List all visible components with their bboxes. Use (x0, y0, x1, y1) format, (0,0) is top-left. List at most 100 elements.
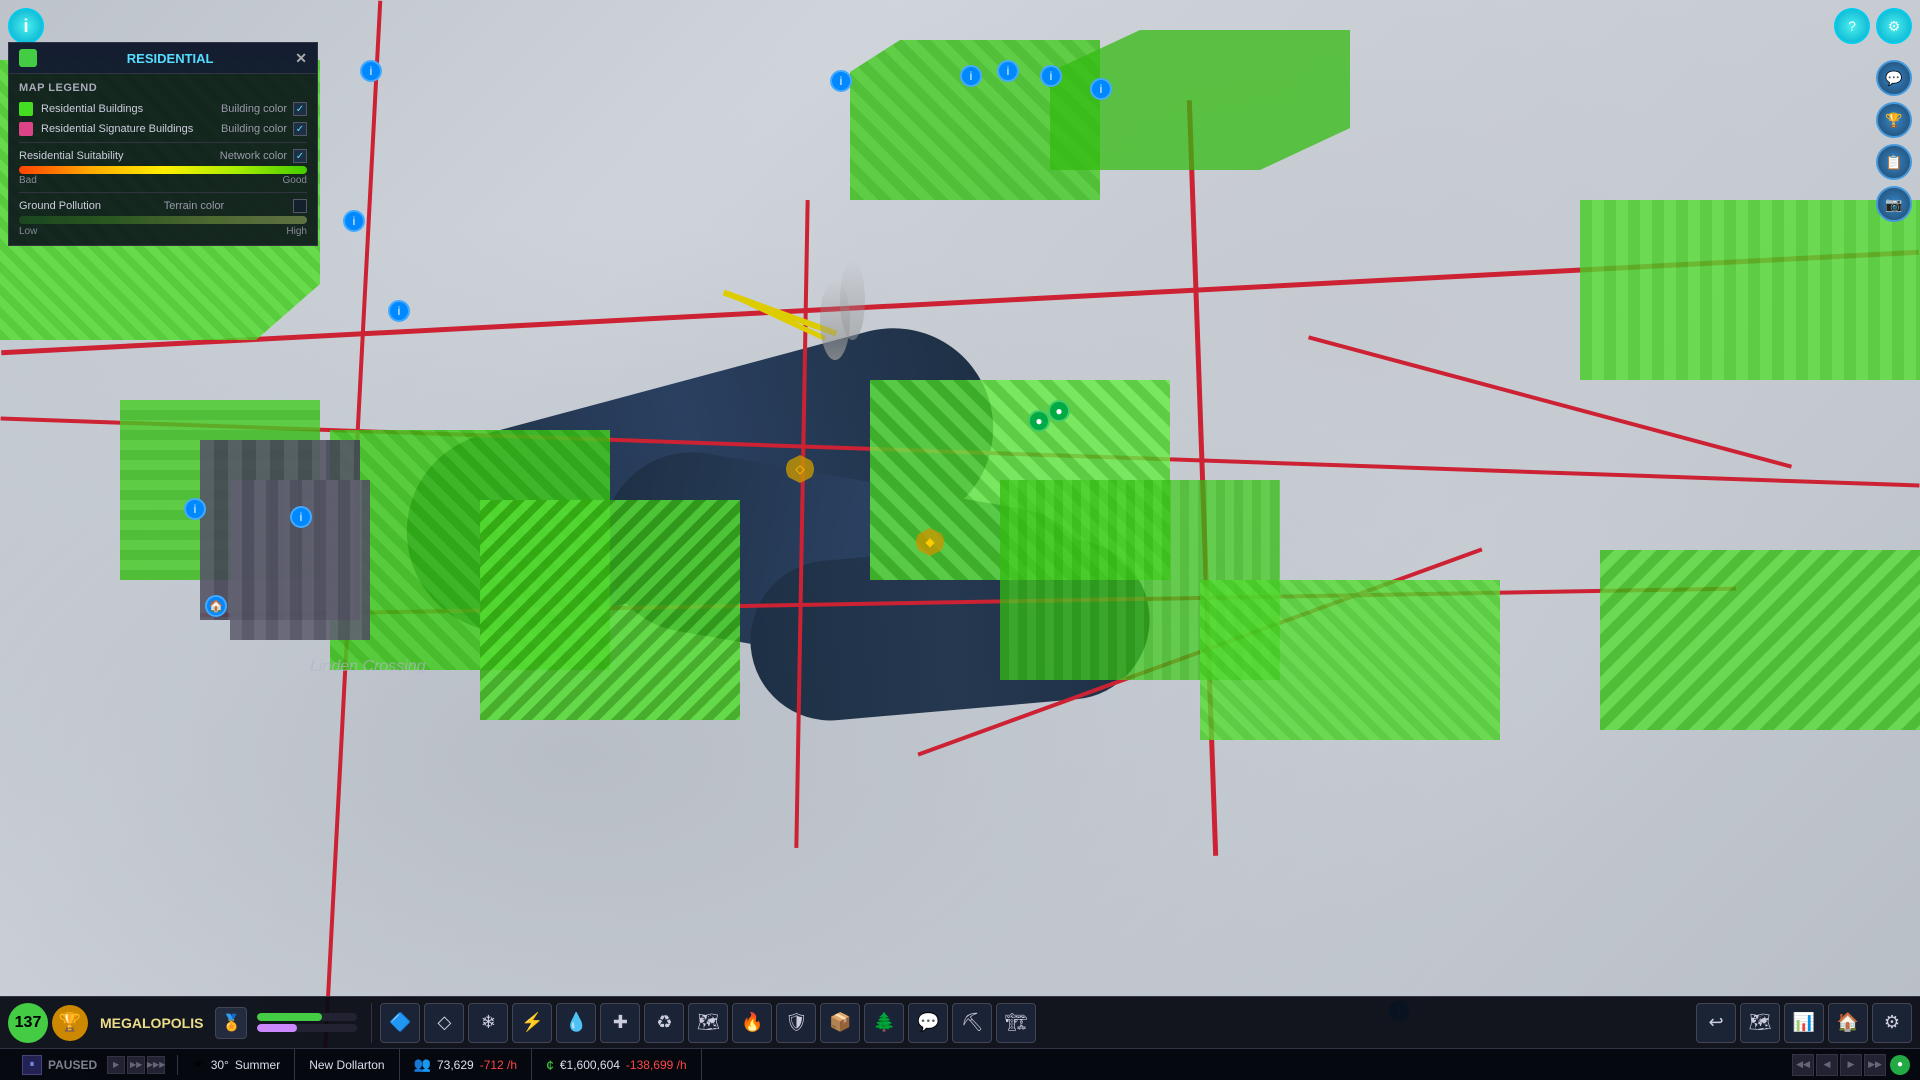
status-end: ◀◀ ◀ ▶ ▶▶ ● (1792, 1054, 1910, 1076)
speed-2-button[interactable]: ▶▶ (127, 1056, 145, 1074)
legend-icon (19, 49, 37, 67)
info-button[interactable]: i (8, 8, 44, 44)
map-icon-11[interactable]: 🏠 (205, 595, 227, 617)
low-label: Low (19, 226, 37, 237)
suitability-gradient (19, 166, 307, 174)
milestone-icon[interactable]: 🏅 (215, 1007, 247, 1039)
electricity-button[interactable]: ⚡ (512, 1003, 552, 1043)
pollution-label-row: Ground Pollution Terrain color (19, 199, 307, 213)
map-legend-label: MAP LEGEND (19, 82, 307, 94)
residential-color-type: Building color (221, 103, 287, 115)
legend-title: RESIDENTIAL (45, 51, 295, 66)
help-button[interactable]: ? (1834, 8, 1870, 44)
balance-value: €1,600,604 (560, 1058, 620, 1072)
achievements-button[interactable]: 🏆 (1876, 102, 1912, 138)
map-icon-5[interactable]: i (1040, 65, 1062, 87)
undo-button[interactable]: ↩ (1696, 1003, 1736, 1043)
building-cluster-se (1200, 580, 1500, 740)
city-level-badge[interactable]: 137 (8, 1003, 48, 1043)
green-marker-1[interactable]: ● (1028, 410, 1050, 432)
options-button[interactable]: ⚙ (1872, 1003, 1912, 1043)
population-icon: 👥 (414, 1056, 431, 1073)
signature-label: Residential Signature Buildings (41, 123, 221, 135)
suitability-checkbox[interactable]: ✓ (293, 149, 307, 163)
parks-button[interactable]: 🌲 (864, 1003, 904, 1043)
map-icon-7[interactable]: i (997, 60, 1019, 82)
mining-button[interactable]: ⛏ (952, 1003, 992, 1043)
social-button[interactable]: 💬 (908, 1003, 948, 1043)
smoke-effect-2 (840, 260, 865, 340)
bulldoze-button[interactable]: 🏗 (996, 1003, 1036, 1043)
fire-button[interactable]: 🔥 (732, 1003, 772, 1043)
map-icon-1[interactable]: i (343, 210, 365, 232)
healthcare-button[interactable]: ✚ (600, 1003, 640, 1043)
map-icon-6[interactable]: i (1090, 78, 1112, 100)
residential-label: Residential Buildings (41, 103, 221, 115)
cargo-button[interactable]: 📦 (820, 1003, 860, 1043)
map-icon-8[interactable]: i (388, 300, 410, 322)
building-cluster-center (480, 500, 740, 720)
suitability-header: Residential Suitability Network color ✓ (19, 149, 307, 163)
police-button[interactable]: 🛡 (776, 1003, 816, 1043)
map-icon-10[interactable]: i (290, 506, 312, 528)
legend-divider-2 (19, 192, 307, 193)
pollution-checkbox[interactable] (293, 199, 307, 213)
pollution-scale: Low High (19, 226, 307, 237)
status-speed-3[interactable]: ▶ (1840, 1054, 1862, 1076)
stats-button[interactable]: 📊 (1784, 1003, 1824, 1043)
status-bar: ⏸ PAUSED ▶ ▶▶ ▶▶▶ ☀ 30° Summer New Dolla… (0, 1048, 1920, 1080)
legend-panel: RESIDENTIAL ✕ MAP LEGEND Residential Bui… (8, 42, 318, 246)
settings-button[interactable]: ⚙ (1876, 8, 1912, 44)
weather-section: ☀ 30° Summer (178, 1049, 295, 1080)
status-speed-2[interactable]: ◀ (1816, 1054, 1838, 1076)
map-icon-3[interactable]: i (830, 70, 852, 92)
pause-button[interactable]: ⏸ (22, 1055, 42, 1075)
legend-close-button[interactable]: ✕ (295, 50, 307, 67)
minimap-button[interactable]: 🗺 (1740, 1003, 1780, 1043)
map-icon-2[interactable]: i (360, 60, 382, 82)
money-section: ¢ €1,600,604 -138,699 /h (532, 1049, 702, 1080)
speed-3-button[interactable]: ▶▶▶ (147, 1056, 165, 1074)
notifications-button[interactable]: 📋 (1876, 144, 1912, 180)
bottom-toolbar: 137 🏆 MEGALOPOLIS 🏅 🔷 ◇ ❄ ⚡ 💧 ✚ ♻ 🗺 🔥 🛡 (0, 996, 1920, 1080)
xp-bar (257, 1013, 357, 1021)
status-speed-1[interactable]: ◀◀ (1792, 1054, 1814, 1076)
photo-button[interactable]: 📷 (1876, 186, 1912, 222)
top-right-buttons: ? ⚙ (1834, 8, 1912, 44)
signature-color-box (19, 122, 33, 136)
map-button[interactable]: 🗺 (688, 1003, 728, 1043)
legend-row-signature: Residential Signature Buildings Building… (19, 122, 307, 136)
pollution-row: Ground Pollution Terrain color Low High (19, 199, 307, 237)
building-cluster-far-e (1600, 550, 1920, 730)
green-marker-2[interactable]: ● (1048, 400, 1070, 422)
city-name-label: MEGALOPOLIS (100, 1015, 203, 1031)
services-button[interactable]: ❄ (468, 1003, 508, 1043)
map-icon-4[interactable]: i (960, 65, 982, 87)
chirper-button[interactable]: 💬 (1876, 60, 1912, 96)
water-button[interactable]: 💧 (556, 1003, 596, 1043)
residential-checkbox[interactable]: ✓ (293, 102, 307, 116)
districts-button[interactable]: ◇ (424, 1003, 464, 1043)
legend-row-residential: Residential Buildings Building color ✓ (19, 102, 307, 116)
map-icon-9[interactable]: i (184, 498, 206, 520)
speed-1-button[interactable]: ▶ (107, 1056, 125, 1074)
legend-body: MAP LEGEND Residential Buildings Buildin… (9, 74, 317, 245)
building-cluster-ne2 (1580, 200, 1920, 380)
trophy-icon[interactable]: 🏆 (52, 1005, 88, 1041)
zones-button[interactable]: 🔷 (380, 1003, 420, 1043)
separator-1 (371, 1003, 372, 1043)
high-label: High (286, 226, 307, 237)
suitability-label: Residential Suitability (19, 150, 220, 162)
pollution-label: Ground Pollution (19, 200, 101, 212)
balance-change: -138,699 /h (626, 1058, 687, 1072)
paused-label: PAUSED (48, 1058, 97, 1072)
garbage-button[interactable]: ♻ (644, 1003, 684, 1043)
status-speed-4[interactable]: ▶▶ (1864, 1054, 1886, 1076)
pollution-color-type: Terrain color (164, 200, 225, 212)
legend-header: RESIDENTIAL ✕ (9, 43, 317, 74)
housing-button[interactable]: 🏠 (1828, 1003, 1868, 1043)
bad-label: Bad (19, 175, 37, 186)
signature-checkbox[interactable]: ✓ (293, 122, 307, 136)
pollution-gradient (19, 216, 307, 224)
building-cluster-ne1 (1050, 30, 1350, 170)
